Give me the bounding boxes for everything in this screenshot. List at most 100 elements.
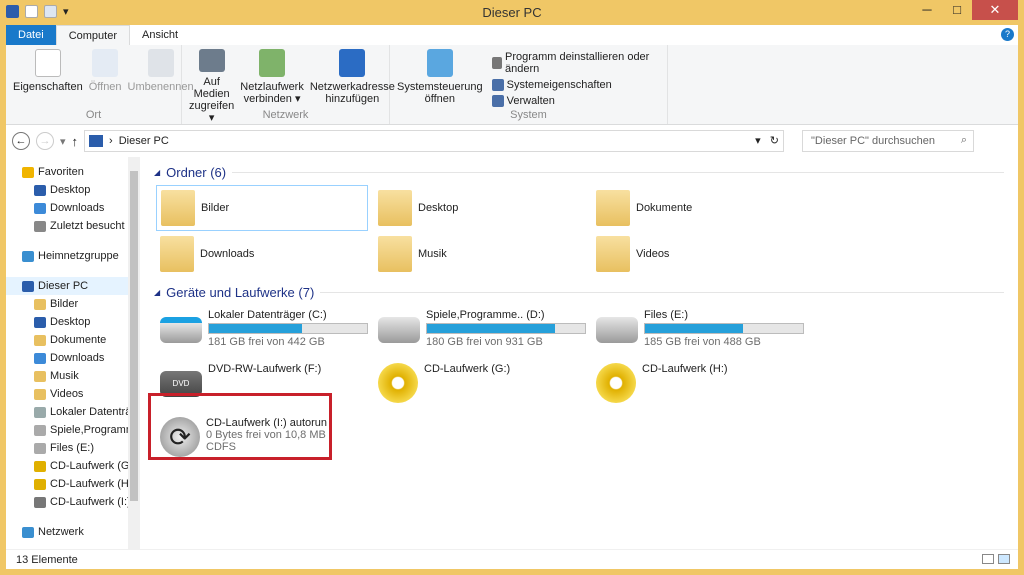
- group-netzwerk: Auf Medien zugreifen ▾ Netzlaufwerk verbin…: [182, 45, 395, 124]
- refresh-icon[interactable]: ▾ ↻: [755, 134, 779, 147]
- network-drive-icon: [259, 49, 286, 77]
- drive-item[interactable]: CD-Laufwerk (H:): [592, 359, 810, 413]
- help-icon[interactable]: ?: [1001, 28, 1014, 41]
- sidebar-item[interactable]: Downloads: [6, 349, 140, 367]
- folder-item[interactable]: Musik: [374, 231, 592, 277]
- sidebar-item[interactable]: CD-Laufwerk (H:): [6, 475, 140, 493]
- forward-button[interactable]: →: [36, 132, 54, 150]
- drive-item[interactable]: Lokaler Datenträger (C:) 181 GB frei von …: [156, 305, 374, 359]
- sidebar-item-icon: [22, 280, 34, 292]
- sidebar-item[interactable]: Favoriten: [6, 163, 140, 181]
- sidebar-item[interactable]: Heimnetzgruppe: [6, 247, 140, 265]
- sidebar-item-label: Bilder: [50, 298, 79, 310]
- drive-item[interactable]: Spiele,Programme.. (D:) 180 GB frei von 9…: [374, 305, 592, 359]
- sidebar-item[interactable]: CD-Laufwerk (I:): [6, 493, 140, 511]
- hard-drive-icon: [596, 317, 638, 343]
- group-ort: Eigenschaften Öffnen Umbenennen Ort: [6, 45, 194, 124]
- ribbon: Eigenschaften Öffnen Umbenennen Ort Auf …: [6, 45, 1018, 125]
- sidebar-item-label: Videos: [50, 388, 84, 400]
- drive-item[interactable]: CD-Laufwerk (G:): [374, 359, 592, 413]
- large-icons-view-icon[interactable]: [998, 554, 1010, 564]
- system-properties-icon: [491, 79, 504, 91]
- open-icon: [92, 49, 119, 77]
- windows-drive-icon: [160, 317, 202, 343]
- sidebar-item[interactable]: Dokumente: [6, 331, 140, 349]
- folder-icon: [596, 236, 630, 272]
- minimize-button[interactable]: ─: [912, 0, 942, 20]
- tab-computer[interactable]: Computer: [55, 25, 130, 45]
- sidebar-item[interactable]: Dieser PC: [6, 277, 140, 295]
- programs-icon: [491, 57, 503, 69]
- sidebar-item-icon: [34, 184, 46, 196]
- address-bar[interactable]: › Dieser PC ▾ ↻: [84, 130, 785, 152]
- sidebar-item-icon: [34, 298, 46, 310]
- folders-header[interactable]: ◢ Ordner (6): [154, 163, 1018, 181]
- sidebar-item-icon: [34, 370, 46, 382]
- back-button[interactable]: ←: [12, 132, 30, 150]
- recent-locations-icon[interactable]: ▾: [60, 135, 66, 148]
- folder-icon: [378, 190, 412, 226]
- sidebar-item[interactable]: Files (E:): [6, 439, 140, 457]
- search-input[interactable]: "Dieser PC" durchsuchen ⌕: [802, 130, 975, 152]
- folder-item[interactable]: Downloads: [156, 231, 374, 277]
- sidebar-item[interactable]: Downloads: [6, 199, 140, 217]
- folder-item[interactable]: Desktop: [374, 185, 592, 231]
- sidebar-item-icon: [34, 424, 46, 436]
- sidebar-item[interactable]: Musik: [6, 367, 140, 385]
- maximize-button[interactable]: □: [942, 0, 972, 20]
- sidebar-item-icon: [34, 334, 46, 346]
- sidebar-item[interactable]: Zuletzt besucht: [6, 217, 140, 235]
- sidebar-item[interactable]: Lokaler Datenträg: [6, 403, 140, 421]
- hard-drive-icon: [378, 317, 420, 343]
- close-button[interactable]: ✕: [972, 0, 1018, 20]
- drive-free-space: 185 GB frei von 488 GB: [644, 336, 761, 348]
- drive-item[interactable]: Files (E:) 185 GB frei von 488 GB: [592, 305, 810, 359]
- system-properties-button[interactable]: Systemeigenschaften: [491, 79, 663, 91]
- sidebar-item-label: Musik: [50, 370, 79, 382]
- sidebar-item-label: Netzwerk: [38, 526, 84, 538]
- drive-usage-bar: [208, 323, 368, 334]
- sidebar-item[interactable]: Videos: [6, 385, 140, 403]
- search-icon[interactable]: ⌕: [961, 134, 967, 147]
- sidebar-item-label: Heimnetzgruppe: [38, 250, 119, 262]
- details-view-icon[interactable]: [982, 554, 994, 564]
- sidebar-item-icon: [22, 526, 34, 538]
- sidebar-item-label: Spiele,Programm: [50, 424, 135, 436]
- sidebar-item[interactable]: CD-Laufwerk (G:): [6, 457, 140, 475]
- sidebar-item-label: Desktop: [50, 184, 91, 196]
- properties-icon: [34, 49, 61, 77]
- drive-name: Files (E:): [644, 309, 688, 321]
- up-button[interactable]: ↑: [72, 134, 79, 149]
- cd-drive-icon: [596, 363, 636, 403]
- folder-item[interactable]: Dokumente: [592, 185, 810, 231]
- folder-icon: [378, 236, 412, 272]
- folder-item[interactable]: Videos: [592, 231, 810, 277]
- highlight-box: [148, 393, 332, 460]
- group-label: Ort: [85, 109, 102, 121]
- folder-item[interactable]: Bilder: [156, 185, 368, 231]
- breadcrumb[interactable]: Dieser PC: [119, 135, 169, 147]
- sidebar-item[interactable]: Netzwerk: [6, 523, 140, 541]
- sidebar-item-icon: [34, 352, 46, 364]
- sidebar-item[interactable]: Desktop: [6, 181, 140, 199]
- sidebar-item[interactable]: Desktop: [6, 313, 140, 331]
- sidebar-item-icon: [34, 316, 46, 328]
- uninstall-program-button[interactable]: Programm deinstallieren oder ändern: [491, 51, 663, 75]
- group-label: Netzwerk: [262, 109, 309, 121]
- window-title: Dieser PC: [482, 5, 542, 20]
- sidebar-scrollbar[interactable]: [128, 157, 140, 549]
- sidebar-item-icon: [34, 388, 46, 400]
- manage-button[interactable]: Verwalten: [491, 95, 663, 107]
- sidebar-item-label: Downloads: [50, 202, 105, 214]
- sidebar-item-label: CD-Laufwerk (I:): [50, 496, 131, 508]
- sidebar-item[interactable]: Spiele,Programm: [6, 421, 140, 439]
- group-label: System: [510, 109, 547, 121]
- sidebar-item-icon: [34, 202, 46, 214]
- drives-header[interactable]: ◢ Geräte und Laufwerke (7): [154, 283, 1018, 301]
- sidebar-item[interactable]: Bilder: [6, 295, 140, 313]
- tab-ansicht[interactable]: Ansicht: [130, 25, 190, 45]
- cd-drive-icon: [378, 363, 418, 403]
- drive-usage-bar: [426, 323, 586, 334]
- tab-datei[interactable]: Datei: [6, 25, 56, 45]
- group-system: Systemsteuerung öffnen Programm deinstall…: [390, 45, 668, 124]
